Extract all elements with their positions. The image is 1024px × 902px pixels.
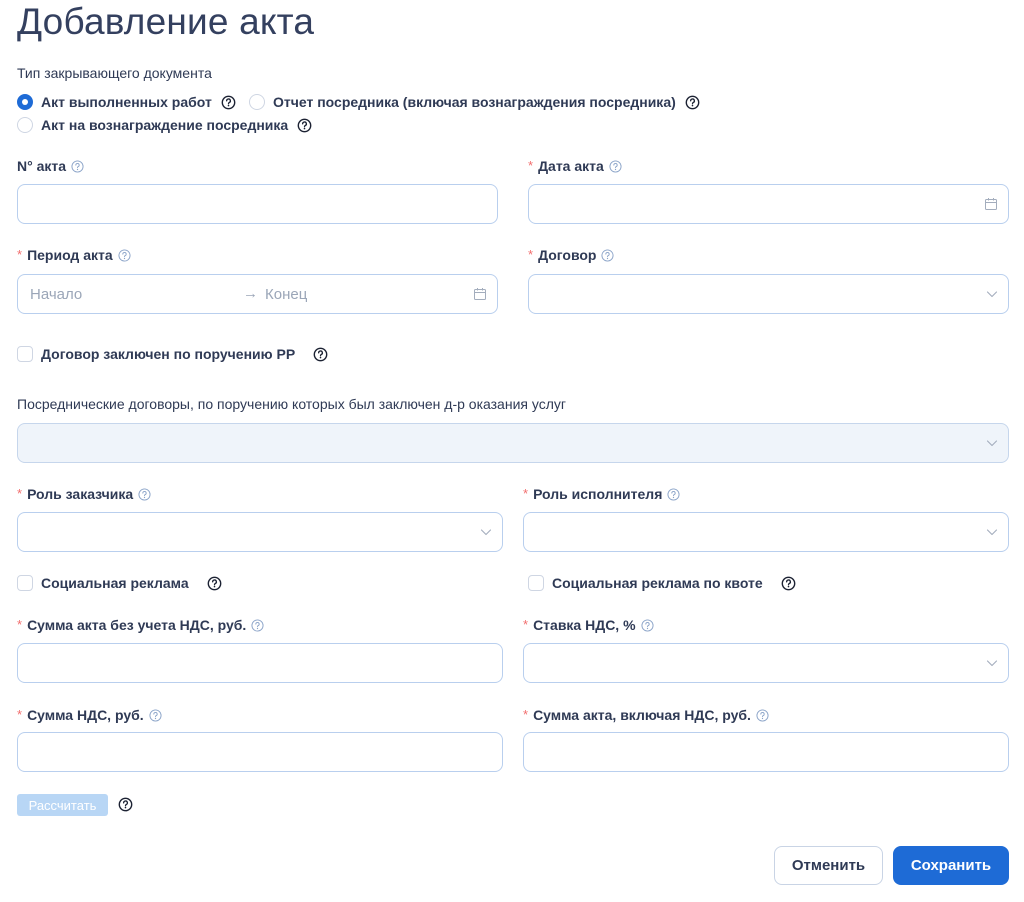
range-arrow-icon: → [243,285,258,302]
executor-role-label: * Роль исполнителя [523,485,680,503]
checkbox[interactable] [528,575,544,591]
save-button[interactable]: Сохранить [893,846,1009,885]
contract-label: * Договор [528,246,614,264]
cancel-button[interactable]: Отменить [774,846,883,885]
help-circle-icon[interactable] [313,347,328,362]
chevron-down-icon [985,436,999,450]
help-circle-outline-icon[interactable] [609,160,622,173]
radio-label: Акт на вознаграждение посредника [41,117,289,133]
act-number-input[interactable] [17,184,498,224]
radio-button[interactable] [249,94,265,110]
radio-label: Акт выполненных работ [41,94,212,110]
radio-intermediary-report[interactable]: Отчет посредника (включая вознаграждения… [249,93,700,111]
calendar-icon [984,197,998,211]
chevron-down-icon [479,525,493,539]
checkbox-label: Договор заключен по поручению РР [41,346,296,362]
sum-no-vat-input[interactable] [17,643,503,683]
intermediary-contracts-label: Посреднические договоры, по поручению ко… [17,396,566,412]
radio-button[interactable] [17,117,33,133]
calendar-icon [473,287,487,301]
chevron-down-icon [985,525,999,539]
help-circle-outline-icon[interactable] [756,709,769,722]
act-date-picker[interactable] [528,184,1009,224]
help-circle-outline-icon[interactable] [667,488,680,501]
sum-with-vat-input[interactable] [523,732,1009,772]
act-period-label: * Период акта [17,246,131,264]
help-circle-icon[interactable] [207,576,222,591]
calculate-button[interactable]: Рассчитать [17,794,108,816]
help-circle-outline-icon[interactable] [138,488,151,501]
vat-rate-label: * Ставка НДС, % [523,616,654,634]
chevron-down-icon [985,656,999,670]
help-circle-outline-icon[interactable] [118,249,131,262]
help-circle-icon[interactable] [221,95,236,110]
customer-role-label: * Роль заказчика [17,485,151,503]
checkbox[interactable] [17,346,33,362]
act-period-range-picker[interactable]: Начало → Конец [17,274,498,314]
vat-sum-label: * Сумма НДС, руб. [17,706,162,724]
help-circle-icon[interactable] [685,95,700,110]
vat-sum-input[interactable] [17,732,503,772]
period-start-input[interactable]: Начало [30,286,82,304]
executor-role-select[interactable] [523,512,1009,552]
act-date-label: * Дата акта [528,157,622,175]
customer-role-select[interactable] [17,512,503,552]
intermediary-contracts-select[interactable] [17,423,1009,463]
page-title: Добавление акта [17,1,315,42]
radio-act-works[interactable]: Акт выполненных работ [17,93,236,111]
checkbox-label: Социальная реклама [41,575,189,591]
radio-intermediary-reward[interactable]: Акт на вознаграждение посредника [17,116,312,134]
act-number-label: N° акта [17,157,84,175]
help-circle-outline-icon[interactable] [251,619,264,632]
period-end-input[interactable]: Конец [265,286,307,304]
sum-no-vat-label: * Сумма акта без учета НДС, руб. [17,616,264,634]
help-circle-icon[interactable] [118,797,133,812]
contract-pp-checkbox[interactable]: Договор заключен по поручению РР [17,345,328,363]
contract-select[interactable] [528,274,1009,314]
checkbox-label: Социальная реклама по квоте [552,575,763,591]
help-circle-outline-icon[interactable] [641,619,654,632]
sum-with-vat-label: * Сумма акта, включая НДС, руб. [523,706,769,724]
chevron-down-icon [985,287,999,301]
help-circle-outline-icon[interactable] [601,249,614,262]
help-circle-outline-icon[interactable] [149,709,162,722]
doc-type-label: Тип закрывающего документа [17,65,212,81]
social-ad-quota-checkbox[interactable]: Социальная реклама по квоте [528,574,796,592]
vat-rate-select[interactable] [523,643,1009,683]
checkbox[interactable] [17,575,33,591]
radio-button[interactable] [17,94,33,110]
help-circle-icon[interactable] [297,118,312,133]
help-circle-outline-icon[interactable] [71,160,84,173]
social-ad-checkbox[interactable]: Социальная реклама [17,574,222,592]
help-circle-icon[interactable] [781,576,796,591]
radio-label: Отчет посредника (включая вознаграждения… [273,94,676,110]
